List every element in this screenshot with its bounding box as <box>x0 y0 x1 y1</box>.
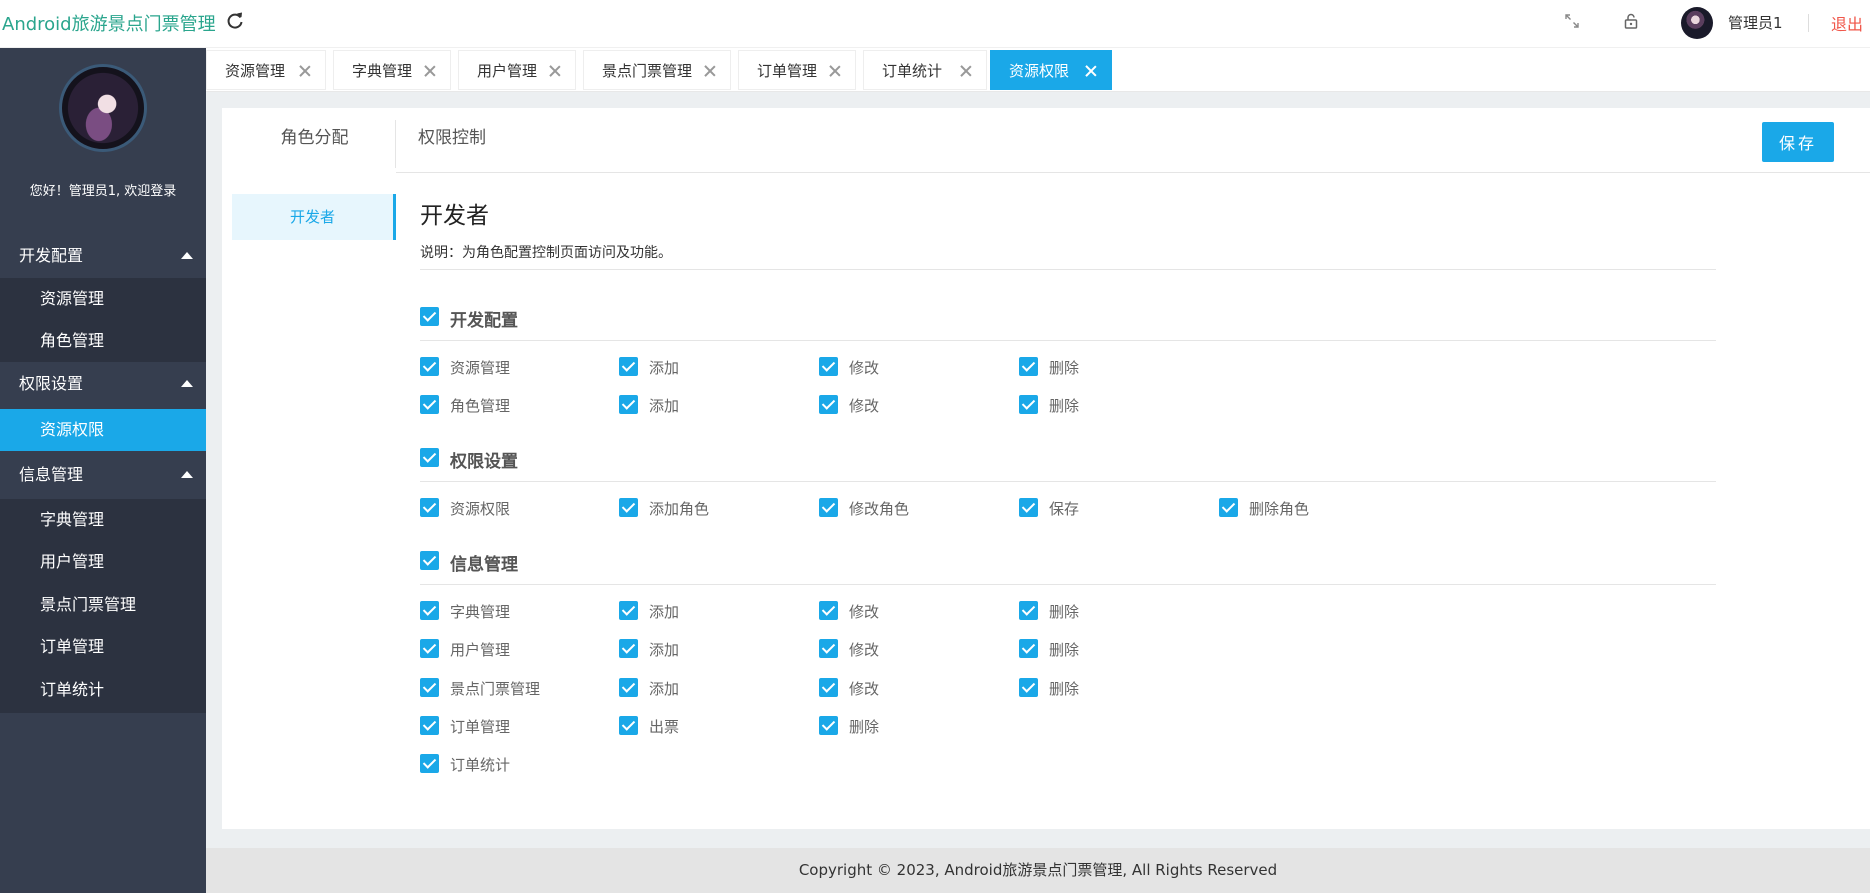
section-checkbox[interactable] <box>420 551 439 570</box>
caret-up-icon <box>181 471 193 478</box>
top-header: Android旅游景点门票管理 管理员1 退出 <box>0 0 1870 48</box>
fullscreen-icon[interactable] <box>1562 11 1582 31</box>
logout-link[interactable]: 退出 <box>1831 11 1863 35</box>
refresh-icon[interactable] <box>224 10 246 32</box>
section-title: 信息管理 <box>450 555 518 575</box>
role-item-developer[interactable]: 开发者 <box>232 194 396 240</box>
sidebar-item-resource-permission[interactable]: 资源权限 <box>0 409 206 451</box>
tab-label: 资源管理 <box>225 62 286 80</box>
nav-group-label: 信息管理 <box>19 465 84 484</box>
section-divider <box>420 340 1716 341</box>
permission-row: 订单统计 <box>420 753 1716 775</box>
nav-group-dev-config[interactable]: 开发配置 <box>0 234 206 278</box>
tab-dictionary-management[interactable]: 字典管理 <box>333 50 451 90</box>
section-title: 开发配置 <box>450 311 518 331</box>
tab-resource-permission[interactable]: 资源权限 <box>990 50 1112 90</box>
caret-up-icon <box>181 380 193 387</box>
description-divider <box>420 269 1716 270</box>
selected-role-title: 开发者 <box>420 203 489 229</box>
permission-row: 景点门票管理 添加 修改 删除 <box>420 677 1716 699</box>
tab-ticket-management[interactable]: 景点门票管理 <box>583 50 731 90</box>
close-icon[interactable] <box>1085 65 1097 77</box>
sidebar-item-ticket-management[interactable]: 景点门票管理 <box>0 584 206 626</box>
tab-order-management[interactable]: 订单管理 <box>738 50 856 90</box>
app-title: Android旅游景点门票管理 <box>2 14 216 35</box>
permission-row: 角色管理 添加 修改 删除 <box>420 394 1716 416</box>
role-description: 说明：为角色配置控制页面访问及功能。 <box>420 245 672 261</box>
permission-row: 资源管理 添加 修改 删除 <box>420 356 1716 378</box>
tab-label: 景点门票管理 <box>602 62 693 80</box>
nav-group-label: 开发配置 <box>19 246 84 265</box>
sidebar-item-resource-management[interactable]: 资源管理 <box>0 278 206 320</box>
section-divider <box>420 584 1716 585</box>
tab-label: 用户管理 <box>477 62 538 80</box>
section-divider <box>420 481 1716 482</box>
role-assignment-tab[interactable]: 角色分配 <box>234 120 396 168</box>
close-icon[interactable] <box>960 65 972 77</box>
permission-control-tab[interactable]: 权限控制 <box>418 120 486 156</box>
tab-label: 订单统计 <box>882 62 943 80</box>
header-user-name[interactable]: 管理员1 <box>1728 12 1783 33</box>
welcome-text: 您好！管理员1, 欢迎登录 <box>29 184 177 199</box>
permission-row: 字典管理 添加 修改 删除 <box>420 600 1716 622</box>
sidebar-item-order-statistics[interactable]: 订单统计 <box>0 669 206 711</box>
tab-resource-management[interactable]: 资源管理 <box>206 50 326 90</box>
section-title: 权限设置 <box>450 452 518 472</box>
save-divider <box>1716 172 1870 173</box>
header-divider <box>1808 14 1809 32</box>
sidebar: 您好！管理员1, 欢迎登录 开发配置 资源管理 角色管理 权限设置 资源权限 信… <box>0 48 206 893</box>
permission-card: 角色分配 权限控制 保存 开发者 开发者 说明：为角色配置控制页面访问及功能。 … <box>222 108 1870 829</box>
tab-label: 字典管理 <box>352 62 413 80</box>
header-divider <box>396 172 1870 173</box>
tab-order-statistics[interactable]: 订单统计 <box>863 50 987 90</box>
footer-copyright: Copyright © 2023, Android旅游景点门票管理, All R… <box>206 848 1870 893</box>
tab-label: 订单管理 <box>757 62 818 80</box>
close-icon[interactable] <box>829 65 841 77</box>
section-checkbox[interactable] <box>420 307 439 326</box>
sidebar-item-role-management[interactable]: 角色管理 <box>0 320 206 362</box>
caret-up-icon <box>181 252 193 259</box>
sidebar-item-order-management[interactable]: 订单管理 <box>0 626 206 668</box>
nav-group-label: 权限设置 <box>19 374 84 393</box>
save-button[interactable]: 保存 <box>1762 122 1834 162</box>
close-icon[interactable] <box>299 65 311 77</box>
close-icon[interactable] <box>704 65 716 77</box>
close-icon[interactable] <box>424 65 436 77</box>
sidebar-item-user-management[interactable]: 用户管理 <box>0 541 206 583</box>
sidebar-avatar <box>59 64 147 152</box>
permission-row: 订单管理 出票 删除 <box>420 715 1716 737</box>
sidebar-item-dictionary-management[interactable]: 字典管理 <box>0 499 206 541</box>
tab-strip: 资源管理 字典管理 用户管理 景点门票管理 订单管理 订单统计 资源权限 <box>206 48 1870 92</box>
section-checkbox[interactable] <box>420 448 439 467</box>
nav-group-permission-settings[interactable]: 权限设置 <box>0 362 206 406</box>
tab-label: 资源权限 <box>1009 62 1070 80</box>
tab-user-management[interactable]: 用户管理 <box>458 50 576 90</box>
nav-group-info-management[interactable]: 信息管理 <box>0 453 206 497</box>
permission-row: 用户管理 添加 修改 删除 <box>420 638 1716 660</box>
header-avatar[interactable] <box>1681 7 1713 39</box>
close-icon[interactable] <box>549 65 561 77</box>
lock-icon[interactable] <box>1621 11 1641 31</box>
permission-row: 资源权限 添加角色 修改角色 保存 删除角色 <box>420 497 1716 519</box>
